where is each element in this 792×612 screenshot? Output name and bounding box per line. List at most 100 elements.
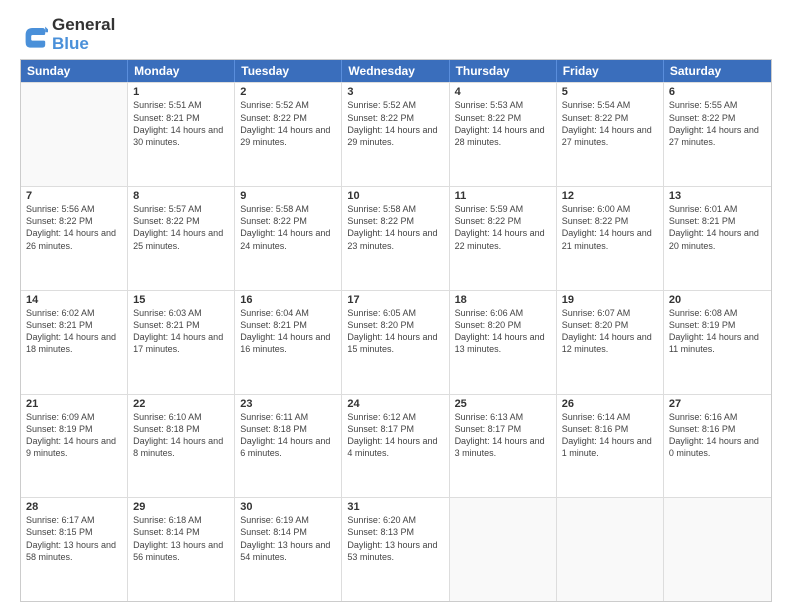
day-number: 3: [347, 86, 443, 98]
calendar-cell: 14Sunrise: 6:02 AM Sunset: 8:21 PM Dayli…: [21, 291, 128, 394]
day-number: 19: [562, 294, 658, 306]
day-number: 8: [133, 190, 229, 202]
calendar-day-header: Thursday: [450, 60, 557, 82]
day-number: 31: [347, 501, 443, 513]
day-info: Sunrise: 6:20 AM Sunset: 8:13 PM Dayligh…: [347, 514, 443, 563]
calendar-cell: 5Sunrise: 5:54 AM Sunset: 8:22 PM Daylig…: [557, 83, 664, 186]
calendar-cell: 19Sunrise: 6:07 AM Sunset: 8:20 PM Dayli…: [557, 291, 664, 394]
day-info: Sunrise: 6:01 AM Sunset: 8:21 PM Dayligh…: [669, 203, 766, 252]
calendar-week: 7Sunrise: 5:56 AM Sunset: 8:22 PM Daylig…: [21, 186, 771, 290]
day-number: 30: [240, 501, 336, 513]
day-number: 5: [562, 86, 658, 98]
calendar-cell: 20Sunrise: 6:08 AM Sunset: 8:19 PM Dayli…: [664, 291, 771, 394]
day-number: 11: [455, 190, 551, 202]
day-number: 2: [240, 86, 336, 98]
day-number: 24: [347, 398, 443, 410]
calendar-cell: 30Sunrise: 6:19 AM Sunset: 8:14 PM Dayli…: [235, 498, 342, 601]
calendar-body: 1Sunrise: 5:51 AM Sunset: 8:21 PM Daylig…: [21, 82, 771, 601]
calendar-day-header: Wednesday: [342, 60, 449, 82]
day-info: Sunrise: 6:06 AM Sunset: 8:20 PM Dayligh…: [455, 307, 551, 356]
day-number: 7: [26, 190, 122, 202]
calendar-cell: [664, 498, 771, 601]
calendar-cell: 12Sunrise: 6:00 AM Sunset: 8:22 PM Dayli…: [557, 187, 664, 290]
day-number: 20: [669, 294, 766, 306]
day-number: 4: [455, 86, 551, 98]
calendar-cell: 3Sunrise: 5:52 AM Sunset: 8:22 PM Daylig…: [342, 83, 449, 186]
calendar-cell: 24Sunrise: 6:12 AM Sunset: 8:17 PM Dayli…: [342, 395, 449, 498]
day-info: Sunrise: 6:08 AM Sunset: 8:19 PM Dayligh…: [669, 307, 766, 356]
calendar-day-header: Monday: [128, 60, 235, 82]
day-number: 17: [347, 294, 443, 306]
day-number: 9: [240, 190, 336, 202]
calendar-cell: 16Sunrise: 6:04 AM Sunset: 8:21 PM Dayli…: [235, 291, 342, 394]
calendar-day-header: Saturday: [664, 60, 771, 82]
day-info: Sunrise: 6:03 AM Sunset: 8:21 PM Dayligh…: [133, 307, 229, 356]
day-info: Sunrise: 6:14 AM Sunset: 8:16 PM Dayligh…: [562, 411, 658, 460]
calendar-cell: 21Sunrise: 6:09 AM Sunset: 8:19 PM Dayli…: [21, 395, 128, 498]
calendar-cell: 25Sunrise: 6:13 AM Sunset: 8:17 PM Dayli…: [450, 395, 557, 498]
day-info: Sunrise: 5:52 AM Sunset: 8:22 PM Dayligh…: [240, 99, 336, 148]
calendar-week: 14Sunrise: 6:02 AM Sunset: 8:21 PM Dayli…: [21, 290, 771, 394]
day-info: Sunrise: 6:09 AM Sunset: 8:19 PM Dayligh…: [26, 411, 122, 460]
day-number: 22: [133, 398, 229, 410]
calendar-cell: 8Sunrise: 5:57 AM Sunset: 8:22 PM Daylig…: [128, 187, 235, 290]
page: General Blue SundayMondayTuesdayWednesda…: [0, 0, 792, 612]
calendar-cell: 23Sunrise: 6:11 AM Sunset: 8:18 PM Dayli…: [235, 395, 342, 498]
calendar-day-header: Sunday: [21, 60, 128, 82]
day-number: 14: [26, 294, 122, 306]
calendar-cell: 17Sunrise: 6:05 AM Sunset: 8:20 PM Dayli…: [342, 291, 449, 394]
day-number: 16: [240, 294, 336, 306]
day-number: 29: [133, 501, 229, 513]
logo-text: General Blue: [52, 16, 115, 53]
day-info: Sunrise: 5:51 AM Sunset: 8:21 PM Dayligh…: [133, 99, 229, 148]
day-info: Sunrise: 5:54 AM Sunset: 8:22 PM Dayligh…: [562, 99, 658, 148]
day-info: Sunrise: 6:17 AM Sunset: 8:15 PM Dayligh…: [26, 514, 122, 563]
day-info: Sunrise: 5:58 AM Sunset: 8:22 PM Dayligh…: [240, 203, 336, 252]
day-info: Sunrise: 6:18 AM Sunset: 8:14 PM Dayligh…: [133, 514, 229, 563]
calendar-cell: 26Sunrise: 6:14 AM Sunset: 8:16 PM Dayli…: [557, 395, 664, 498]
calendar-week: 21Sunrise: 6:09 AM Sunset: 8:19 PM Dayli…: [21, 394, 771, 498]
day-info: Sunrise: 5:55 AM Sunset: 8:22 PM Dayligh…: [669, 99, 766, 148]
calendar-cell: 15Sunrise: 6:03 AM Sunset: 8:21 PM Dayli…: [128, 291, 235, 394]
calendar-cell: 10Sunrise: 5:58 AM Sunset: 8:22 PM Dayli…: [342, 187, 449, 290]
day-info: Sunrise: 6:04 AM Sunset: 8:21 PM Dayligh…: [240, 307, 336, 356]
day-number: 25: [455, 398, 551, 410]
calendar-cell: 18Sunrise: 6:06 AM Sunset: 8:20 PM Dayli…: [450, 291, 557, 394]
header: General Blue: [20, 16, 772, 53]
calendar-cell: 31Sunrise: 6:20 AM Sunset: 8:13 PM Dayli…: [342, 498, 449, 601]
day-info: Sunrise: 5:57 AM Sunset: 8:22 PM Dayligh…: [133, 203, 229, 252]
calendar-cell: 29Sunrise: 6:18 AM Sunset: 8:14 PM Dayli…: [128, 498, 235, 601]
day-info: Sunrise: 5:52 AM Sunset: 8:22 PM Dayligh…: [347, 99, 443, 148]
calendar-cell: 28Sunrise: 6:17 AM Sunset: 8:15 PM Dayli…: [21, 498, 128, 601]
calendar-cell: 6Sunrise: 5:55 AM Sunset: 8:22 PM Daylig…: [664, 83, 771, 186]
day-number: 28: [26, 501, 122, 513]
calendar-day-header: Friday: [557, 60, 664, 82]
calendar-cell: 7Sunrise: 5:56 AM Sunset: 8:22 PM Daylig…: [21, 187, 128, 290]
day-number: 26: [562, 398, 658, 410]
calendar-day-header: Tuesday: [235, 60, 342, 82]
calendar-cell: 4Sunrise: 5:53 AM Sunset: 8:22 PM Daylig…: [450, 83, 557, 186]
day-number: 1: [133, 86, 229, 98]
day-info: Sunrise: 5:56 AM Sunset: 8:22 PM Dayligh…: [26, 203, 122, 252]
day-number: 21: [26, 398, 122, 410]
day-info: Sunrise: 6:02 AM Sunset: 8:21 PM Dayligh…: [26, 307, 122, 356]
calendar-cell: [557, 498, 664, 601]
day-info: Sunrise: 6:13 AM Sunset: 8:17 PM Dayligh…: [455, 411, 551, 460]
day-info: Sunrise: 5:53 AM Sunset: 8:22 PM Dayligh…: [455, 99, 551, 148]
day-number: 15: [133, 294, 229, 306]
calendar-cell: 1Sunrise: 5:51 AM Sunset: 8:21 PM Daylig…: [128, 83, 235, 186]
calendar-header: SundayMondayTuesdayWednesdayThursdayFrid…: [21, 60, 771, 82]
calendar-week: 1Sunrise: 5:51 AM Sunset: 8:21 PM Daylig…: [21, 82, 771, 186]
day-number: 18: [455, 294, 551, 306]
day-number: 12: [562, 190, 658, 202]
day-info: Sunrise: 6:12 AM Sunset: 8:17 PM Dayligh…: [347, 411, 443, 460]
day-info: Sunrise: 6:19 AM Sunset: 8:14 PM Dayligh…: [240, 514, 336, 563]
calendar-cell: 22Sunrise: 6:10 AM Sunset: 8:18 PM Dayli…: [128, 395, 235, 498]
calendar-cell: 13Sunrise: 6:01 AM Sunset: 8:21 PM Dayli…: [664, 187, 771, 290]
day-number: 13: [669, 190, 766, 202]
day-number: 6: [669, 86, 766, 98]
calendar-cell: [450, 498, 557, 601]
day-info: Sunrise: 6:05 AM Sunset: 8:20 PM Dayligh…: [347, 307, 443, 356]
calendar-cell: 27Sunrise: 6:16 AM Sunset: 8:16 PM Dayli…: [664, 395, 771, 498]
calendar-cell: 9Sunrise: 5:58 AM Sunset: 8:22 PM Daylig…: [235, 187, 342, 290]
